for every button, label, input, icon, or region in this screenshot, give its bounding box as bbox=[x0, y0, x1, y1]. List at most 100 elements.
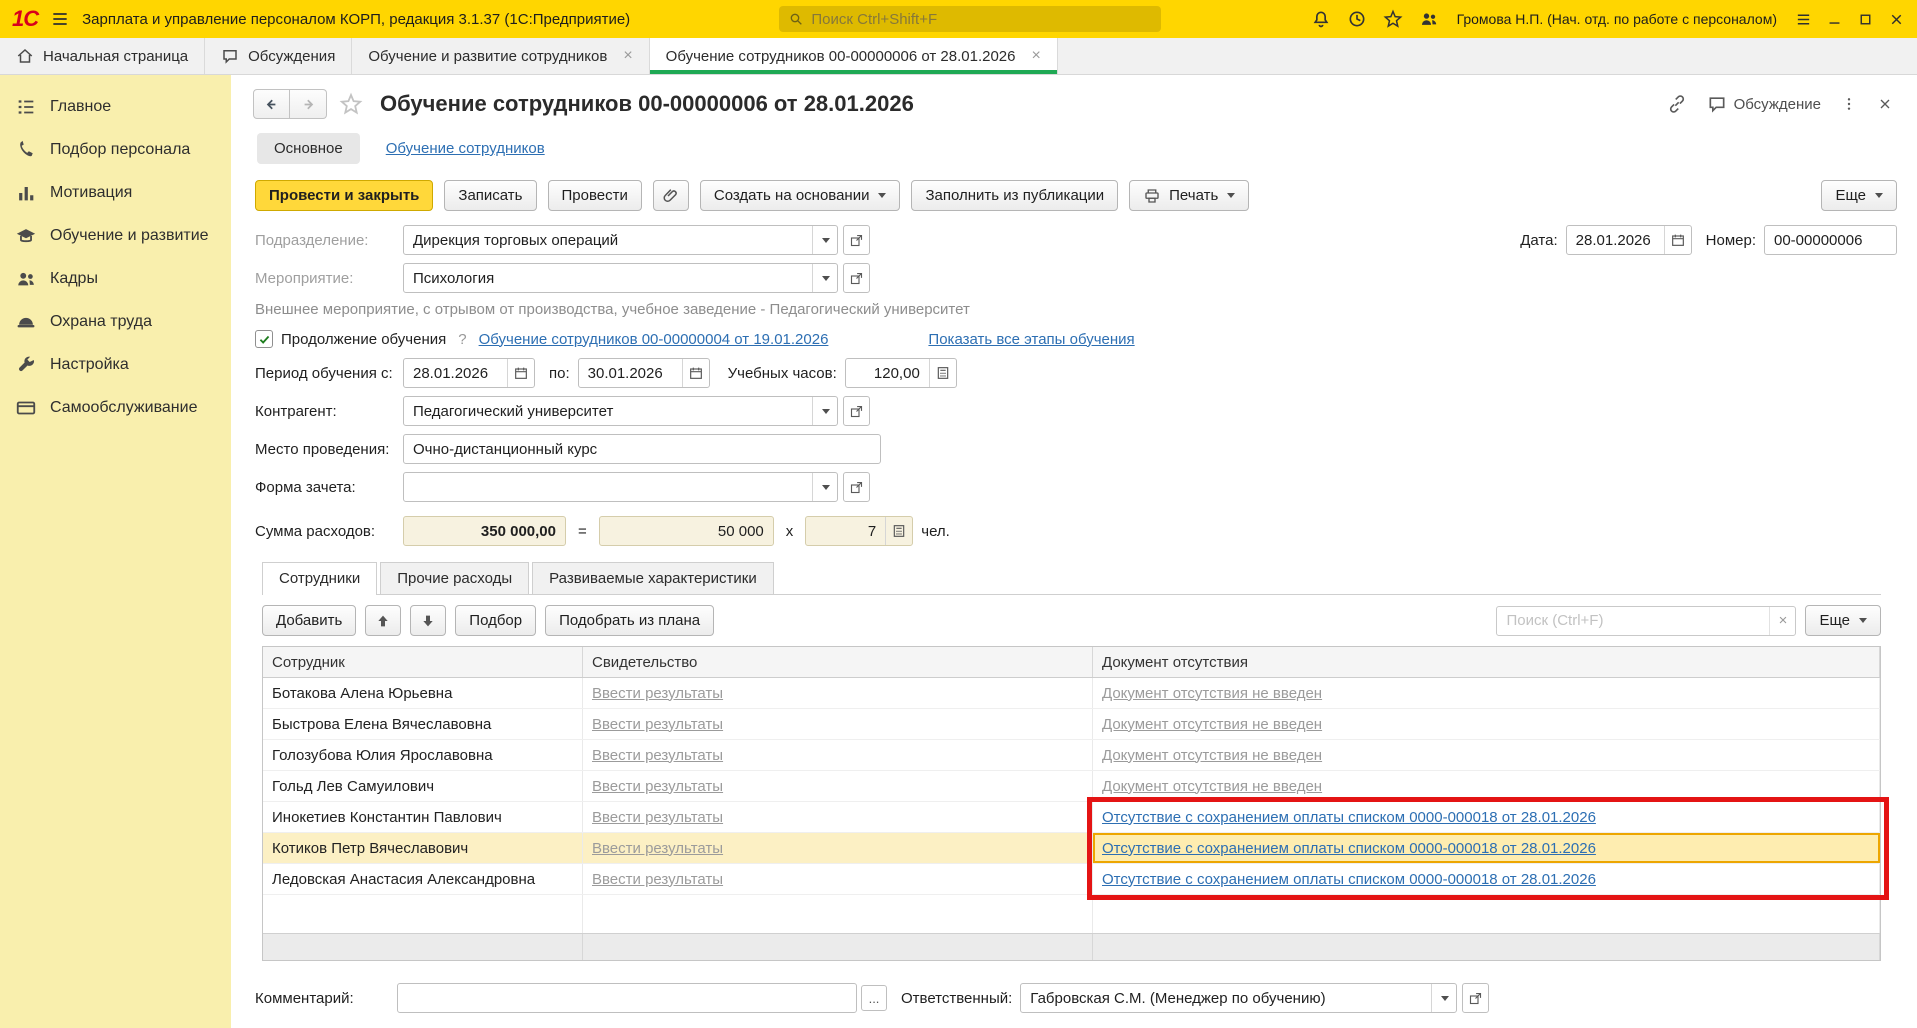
comment-input[interactable] bbox=[397, 983, 857, 1013]
more-menu-icon[interactable] bbox=[1841, 96, 1857, 112]
discussions-users-icon[interactable] bbox=[1419, 9, 1439, 29]
enter-results-link[interactable]: Ввести результаты bbox=[592, 840, 723, 857]
absence-cell[interactable]: Документ отсутствия не введен bbox=[1093, 709, 1880, 739]
absence-document-link[interactable]: Отсутствие с сохранением оплаты списком … bbox=[1102, 871, 1596, 888]
employee-cell[interactable]: Голозубова Юлия Ярославовна bbox=[263, 740, 583, 770]
people-count-field[interactable]: 7 bbox=[805, 516, 914, 546]
open-credit-form-button[interactable] bbox=[843, 472, 870, 502]
grid-tab-employees[interactable]: Сотрудники bbox=[262, 562, 378, 595]
grid-search-input[interactable] bbox=[1497, 612, 1770, 629]
certificate-cell[interactable]: Ввести результаты bbox=[583, 709, 1093, 739]
maximize-icon[interactable] bbox=[1857, 11, 1874, 28]
open-event-button[interactable] bbox=[843, 263, 870, 293]
certificate-cell[interactable]: Ввести результаты bbox=[583, 802, 1093, 832]
employee-cell[interactable]: Котиков Петр Вячеславович bbox=[263, 833, 583, 863]
grid-search[interactable]: × bbox=[1496, 605, 1797, 636]
department-field[interactable]: Дирекция торговых операций bbox=[403, 225, 838, 255]
notifications-icon[interactable] bbox=[1311, 9, 1331, 29]
grid-more-button[interactable]: Еще bbox=[1805, 605, 1881, 636]
responsible-field[interactable]: Габровская С.М. (Менеджер по обучению) bbox=[1020, 983, 1458, 1013]
sidebar-item-self-service[interactable]: Самообслуживание bbox=[0, 386, 231, 429]
global-search[interactable] bbox=[779, 6, 1162, 32]
amount-per-person-field[interactable]: 50 000 bbox=[598, 516, 774, 546]
tab-discussions[interactable]: Обсуждения bbox=[205, 38, 353, 74]
enter-results-link[interactable]: Ввести результаты bbox=[592, 685, 723, 702]
get-link-icon[interactable] bbox=[1667, 94, 1687, 114]
close-tab-icon[interactable]: × bbox=[623, 47, 632, 65]
favorites-icon[interactable] bbox=[1383, 9, 1403, 29]
sidebar-item-hr[interactable]: Кадры bbox=[0, 257, 231, 300]
subtab-training-link[interactable]: Обучение сотрудников bbox=[386, 140, 545, 157]
sidebar-item-main[interactable]: Главное bbox=[0, 85, 231, 128]
absence-cell[interactable]: Отсутствие с сохранением оплаты списком … bbox=[1093, 802, 1880, 832]
tab-home[interactable]: Начальная страница bbox=[0, 38, 206, 74]
global-search-input[interactable] bbox=[811, 10, 1153, 28]
sidebar-item-motivation[interactable]: Мотивация bbox=[0, 171, 231, 214]
more-button[interactable]: Еще bbox=[1821, 180, 1897, 211]
absence-link[interactable]: Документ отсутствия не введен bbox=[1102, 747, 1322, 764]
open-responsible-button[interactable] bbox=[1462, 983, 1490, 1013]
dropdown-button[interactable] bbox=[1431, 984, 1456, 1012]
venue-field[interactable]: Очно-дистанционный курс bbox=[403, 434, 881, 464]
main-menu-icon[interactable] bbox=[50, 9, 70, 29]
contractor-field[interactable]: Педагогический университет bbox=[403, 396, 838, 426]
table-row-selected[interactable]: Котиков Петр Вячеславович Ввести результ… bbox=[263, 833, 1880, 864]
period-from-field[interactable]: 28.01.2026 bbox=[403, 358, 535, 388]
absence-link[interactable]: Документ отсутствия не введен bbox=[1102, 778, 1322, 795]
amount-total-field[interactable]: 350 000,00 bbox=[403, 516, 566, 546]
table-row[interactable]: Инокетиев Константин Павлович Ввести рез… bbox=[263, 802, 1880, 833]
column-header-certificate[interactable]: Свидетельство bbox=[583, 647, 1093, 677]
previous-training-link[interactable]: Обучение сотрудников 00-00000004 от 19.0… bbox=[479, 331, 829, 348]
enter-results-link[interactable]: Ввести результаты bbox=[592, 778, 723, 795]
pick-button[interactable]: Подбор bbox=[455, 605, 537, 636]
print-button[interactable]: Печать bbox=[1129, 180, 1250, 211]
absence-cell[interactable]: Отсутствие с сохранением оплаты списком … bbox=[1093, 864, 1880, 894]
table-row[interactable]: Ботакова Алена Юрьевна Ввести результаты… bbox=[263, 678, 1880, 709]
calculator-button[interactable] bbox=[928, 359, 956, 387]
absence-link[interactable]: Документ отсутствия не введен bbox=[1102, 716, 1322, 733]
service-menu-icon[interactable] bbox=[1795, 11, 1812, 28]
calculator-button[interactable] bbox=[885, 517, 912, 545]
enter-results-link[interactable]: Ввести результаты bbox=[592, 871, 723, 888]
sidebar-item-labor-safety[interactable]: Охрана труда bbox=[0, 300, 231, 343]
column-header-employee[interactable]: Сотрудник bbox=[263, 647, 583, 677]
fill-from-publication-button[interactable]: Заполнить из публикации bbox=[911, 180, 1119, 211]
table-row[interactable]: Ледовская Анастасия Александровна Ввести… bbox=[263, 864, 1880, 895]
certificate-cell[interactable]: Ввести результаты bbox=[583, 740, 1093, 770]
date-field[interactable]: 28.01.2026 bbox=[1565, 225, 1692, 255]
subtab-main[interactable]: Основное bbox=[257, 133, 360, 164]
clear-search-icon[interactable]: × bbox=[1769, 606, 1795, 635]
event-field[interactable]: Психология bbox=[403, 263, 838, 293]
dropdown-button[interactable] bbox=[812, 397, 837, 425]
absence-link[interactable]: Документ отсутствия не введен bbox=[1102, 685, 1322, 702]
dropdown-button[interactable] bbox=[812, 473, 837, 501]
continuation-checkbox[interactable] bbox=[255, 330, 273, 348]
tab-training-document[interactable]: Обучение сотрудников 00-00000006 от 28.0… bbox=[649, 38, 1058, 74]
close-form-icon[interactable] bbox=[1877, 96, 1893, 112]
comment-more-button[interactable]: ... bbox=[861, 985, 887, 1011]
certificate-cell[interactable]: Ввести результаты bbox=[583, 678, 1093, 708]
enter-results-link[interactable]: Ввести результаты bbox=[592, 747, 723, 764]
grid-tab-other-expenses[interactable]: Прочие расходы bbox=[380, 562, 530, 594]
employee-cell[interactable]: Быстрова Елена Вячеславовна bbox=[263, 709, 583, 739]
grid-tab-characteristics[interactable]: Развиваемые характеристики bbox=[532, 562, 774, 594]
hours-field[interactable]: 120,00 bbox=[844, 358, 957, 388]
add-row-button[interactable]: Добавить bbox=[262, 605, 357, 636]
employee-cell[interactable]: Ботакова Алена Юрьевна bbox=[263, 678, 583, 708]
open-contractor-button[interactable] bbox=[843, 396, 870, 426]
absence-document-link[interactable]: Отсутствие с сохранением оплаты списком … bbox=[1102, 809, 1596, 826]
absence-cell[interactable]: Документ отсутствия не введен bbox=[1093, 740, 1880, 770]
absence-cell[interactable]: Документ отсутствия не введен bbox=[1093, 771, 1880, 801]
create-based-on-button[interactable]: Создать на основании bbox=[699, 180, 901, 211]
enter-results-link[interactable]: Ввести результаты bbox=[592, 809, 723, 826]
period-to-field[interactable]: 30.01.2026 bbox=[577, 358, 710, 388]
employee-cell[interactable]: Инокетиев Константин Павлович bbox=[263, 802, 583, 832]
move-down-button[interactable] bbox=[410, 605, 447, 636]
dropdown-button[interactable] bbox=[812, 264, 837, 292]
back-button[interactable] bbox=[253, 89, 290, 119]
post-and-close-button[interactable]: Провести и закрыть bbox=[255, 180, 434, 211]
table-row[interactable]: Голозубова Юлия Ярославовна Ввести резул… bbox=[263, 740, 1880, 771]
calendar-button[interactable] bbox=[1663, 226, 1691, 254]
show-all-stages-link[interactable]: Показать все этапы обучения bbox=[928, 331, 1134, 348]
add-to-favorites-button[interactable] bbox=[339, 92, 363, 116]
